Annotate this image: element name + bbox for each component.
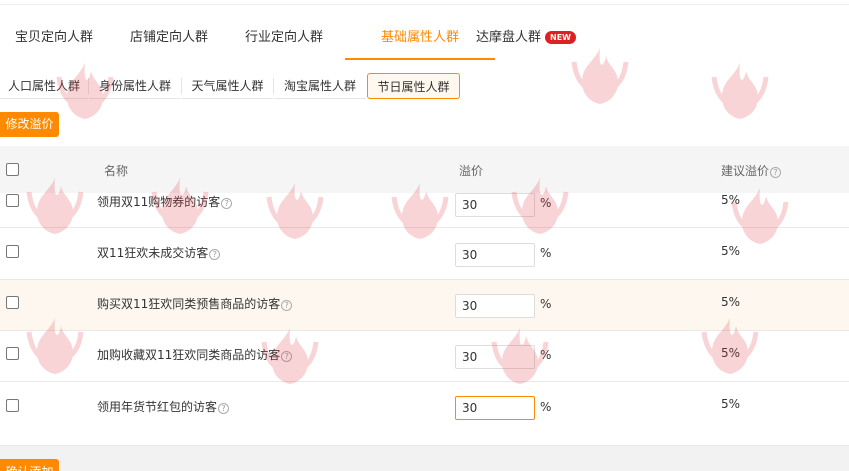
new-badge: NEW: [545, 31, 576, 44]
top-strip: [0, 0, 849, 5]
premium-input[interactable]: [455, 294, 535, 318]
confirm-add-button[interactable]: 确认添加: [0, 459, 59, 471]
select-all-checkbox[interactable]: [6, 163, 19, 176]
subtab-identity[interactable]: 身份属性人群: [89, 73, 181, 99]
column-header-suggested: 建议溢价?: [721, 162, 782, 179]
table-row: 购买双11狂欢同类预售商品的访客? % 5%: [0, 280, 849, 331]
tab-shop-targeting[interactable]: 店铺定向人群: [130, 22, 208, 60]
footer-bar: [0, 446, 849, 471]
row-name: 领用年货节红包的访客?: [97, 398, 230, 415]
percent-unit: %: [540, 348, 552, 362]
row-checkbox[interactable]: [6, 245, 19, 258]
subtab-weather[interactable]: 天气属性人群: [182, 73, 273, 99]
tab-basic-attributes[interactable]: 基础属性人群: [345, 22, 495, 60]
row-name: 加购收藏双11狂欢同类商品的访客?: [97, 346, 293, 363]
premium-input[interactable]: [455, 193, 535, 217]
table-row: 双11狂欢未成交访客? % 5%: [0, 229, 849, 280]
row-checkbox[interactable]: [6, 399, 19, 412]
modify-premium-button[interactable]: 修改溢价: [0, 112, 59, 137]
help-icon[interactable]: ?: [209, 249, 221, 260]
column-header-premium: 溢价: [459, 164, 484, 178]
row-checkbox[interactable]: [6, 194, 19, 207]
percent-unit: %: [540, 297, 552, 311]
row-name: 购买双11狂欢同类预售商品的访客?: [97, 295, 293, 312]
percent-unit: %: [540, 246, 552, 260]
tab-item-targeting[interactable]: 宝贝定向人群: [15, 22, 93, 60]
row-name: 双11狂欢未成交访客?: [97, 244, 221, 261]
suggested-premium: 5%: [721, 193, 741, 207]
help-icon[interactable]: ?: [281, 351, 293, 362]
suggested-premium: 5%: [721, 397, 741, 411]
suggested-premium: 5%: [721, 295, 741, 309]
subtab-population[interactable]: 人口属性人群: [0, 73, 88, 99]
percent-unit: %: [540, 400, 552, 414]
table-header: 名称 溢价 建议溢价?: [0, 146, 849, 193]
watermark-logo-icon: [700, 55, 780, 135]
suggested-premium: 5%: [721, 244, 741, 258]
help-icon[interactable]: ?: [221, 198, 233, 209]
tab-industry-targeting[interactable]: 行业定向人群: [245, 22, 323, 60]
row-checkbox[interactable]: [6, 296, 19, 309]
table-row: 领用年货节红包的访客? % 5%: [0, 382, 849, 446]
table-row: 加购收藏双11狂欢同类商品的访客? % 5%: [0, 331, 849, 382]
help-icon[interactable]: ?: [770, 167, 782, 178]
help-icon[interactable]: ?: [218, 403, 230, 414]
row-name: 领用双11购物券的访客?: [97, 193, 233, 210]
subtab-taobao[interactable]: 淘宝属性人群: [274, 73, 366, 99]
subtab-festival[interactable]: 节日属性人群: [367, 73, 460, 99]
column-header-name: 名称: [104, 164, 129, 178]
tab-damopan[interactable]: 达摩盘人群 NEW: [476, 22, 576, 60]
tab-damopan-label: 达摩盘人群: [476, 30, 542, 45]
premium-input[interactable]: [455, 345, 535, 369]
premium-input[interactable]: [455, 396, 535, 420]
main-tab-bar: 宝贝定向人群 店铺定向人群 行业定向人群 基础属性人群 达摩盘人群 NEW: [0, 22, 849, 60]
suggested-premium: 5%: [721, 346, 741, 360]
help-icon[interactable]: ?: [281, 300, 293, 311]
premium-input[interactable]: [455, 243, 535, 267]
row-checkbox[interactable]: [6, 347, 19, 360]
percent-unit: %: [540, 196, 552, 210]
